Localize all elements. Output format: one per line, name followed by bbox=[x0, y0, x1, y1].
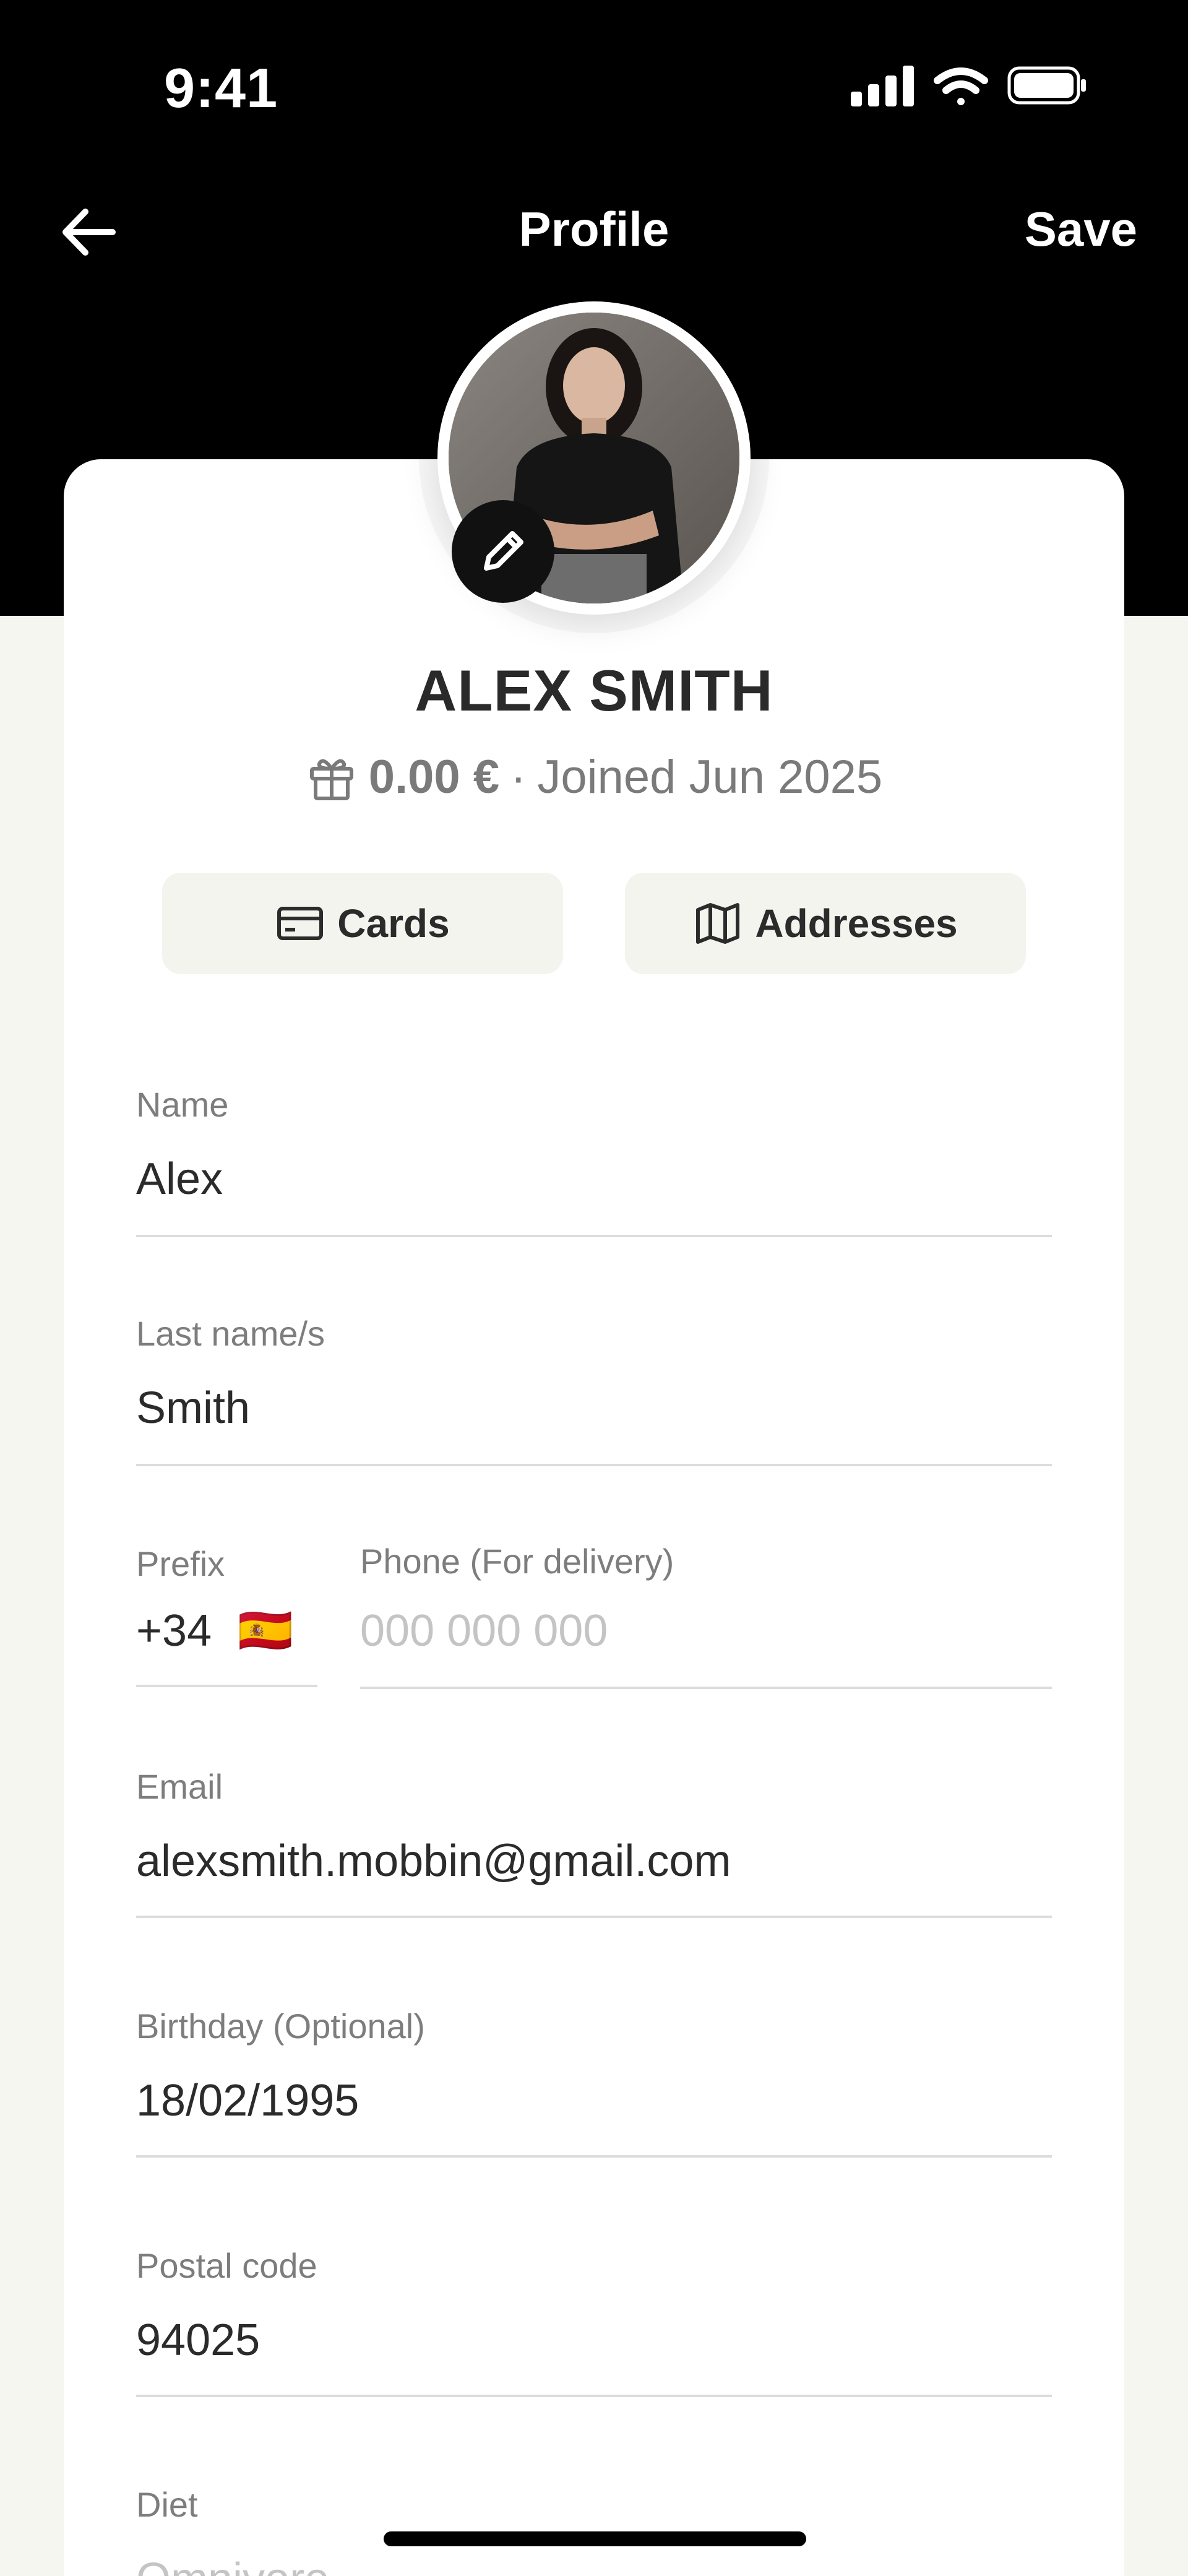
phone-field[interactable]: Phone (For delivery) 000 000 000 bbox=[360, 1537, 1052, 1689]
postal-code-field[interactable]: Postal code 94025 bbox=[136, 2241, 1052, 2399]
postal-code-input[interactable]: 94025 bbox=[136, 2309, 1052, 2371]
home-indicator bbox=[384, 2531, 806, 2546]
battery-icon bbox=[1007, 66, 1086, 105]
postal-code-underline bbox=[136, 2395, 1052, 2397]
cards-button[interactable]: Cards bbox=[162, 873, 563, 974]
status-bar: 9:41 bbox=[0, 0, 1188, 161]
birthday-input[interactable]: 18/02/1995 bbox=[136, 2070, 1052, 2132]
credit-card-icon bbox=[277, 907, 324, 940]
prefix-field[interactable]: Prefix +34 🇪🇸 bbox=[136, 1539, 317, 1688]
joined-date: Joined Jun 2025 bbox=[537, 751, 883, 803]
nav-bar: Profile Save bbox=[0, 186, 1188, 272]
pencil-icon bbox=[484, 531, 523, 571]
page-title: Profile bbox=[519, 202, 669, 256]
last-name-input[interactable]: Smith bbox=[136, 1377, 1052, 1439]
birthday-field[interactable]: Birthday (Optional) 18/02/1995 bbox=[136, 2002, 1052, 2159]
name-underline bbox=[136, 1235, 1052, 1237]
name-field[interactable]: Name Alex bbox=[136, 1080, 1052, 1238]
email-input[interactable]: alexsmith.mobbin@gmail.com bbox=[136, 1830, 1052, 1892]
prefix-select[interactable]: +34 🇪🇸 bbox=[136, 1600, 317, 1662]
phone-underline bbox=[360, 1687, 1052, 1689]
birthday-label: Birthday (Optional) bbox=[136, 2007, 425, 2046]
cards-label: Cards bbox=[337, 901, 450, 946]
phone-label: Phone (For delivery) bbox=[360, 1542, 674, 1581]
name-label: Name bbox=[136, 1085, 229, 1124]
gift-icon bbox=[309, 759, 353, 800]
prefix-value: +34 bbox=[136, 1606, 212, 1656]
birthday-underline bbox=[136, 2155, 1052, 2158]
name-input[interactable]: Alex bbox=[136, 1148, 1052, 1210]
map-icon bbox=[696, 903, 740, 944]
save-button[interactable]: Save bbox=[1025, 201, 1137, 257]
diet-field[interactable]: Diet Omnivore bbox=[136, 2480, 1052, 2576]
email-field[interactable]: Email alexsmith.mobbin@gmail.com bbox=[136, 1762, 1052, 1920]
profile-meta: 0.00 € · Joined Jun 2025 bbox=[0, 750, 1188, 804]
email-label: Email bbox=[136, 1767, 223, 1806]
postal-code-label: Postal code bbox=[136, 2246, 317, 2285]
status-time: 9:41 bbox=[164, 58, 278, 119]
status-icons bbox=[851, 62, 1086, 111]
phone-input[interactable]: 000 000 000 bbox=[360, 1600, 1052, 1662]
balance-amount: 0.00 € bbox=[368, 751, 500, 803]
prefix-label: Prefix bbox=[136, 1544, 225, 1583]
signal-icon bbox=[851, 66, 914, 106]
addresses-label: Addresses bbox=[755, 901, 958, 946]
wifi-icon bbox=[934, 67, 988, 105]
last-name-label: Last name/s bbox=[136, 1314, 325, 1353]
diet-select[interactable]: Omnivore bbox=[136, 2548, 1052, 2576]
prefix-underline bbox=[136, 1685, 317, 1687]
last-name-underline bbox=[136, 1464, 1052, 1466]
spain-flag-icon: 🇪🇸 bbox=[238, 1606, 293, 1656]
meta-separator: · bbox=[510, 751, 527, 803]
edit-avatar-button[interactable] bbox=[452, 500, 554, 603]
diet-label: Diet bbox=[136, 2485, 198, 2524]
last-name-field[interactable]: Last name/s Smith bbox=[136, 1309, 1052, 1467]
addresses-button[interactable]: Addresses bbox=[625, 873, 1026, 974]
profile-name: ALEX SMITH bbox=[415, 658, 773, 723]
email-underline bbox=[136, 1916, 1052, 1918]
